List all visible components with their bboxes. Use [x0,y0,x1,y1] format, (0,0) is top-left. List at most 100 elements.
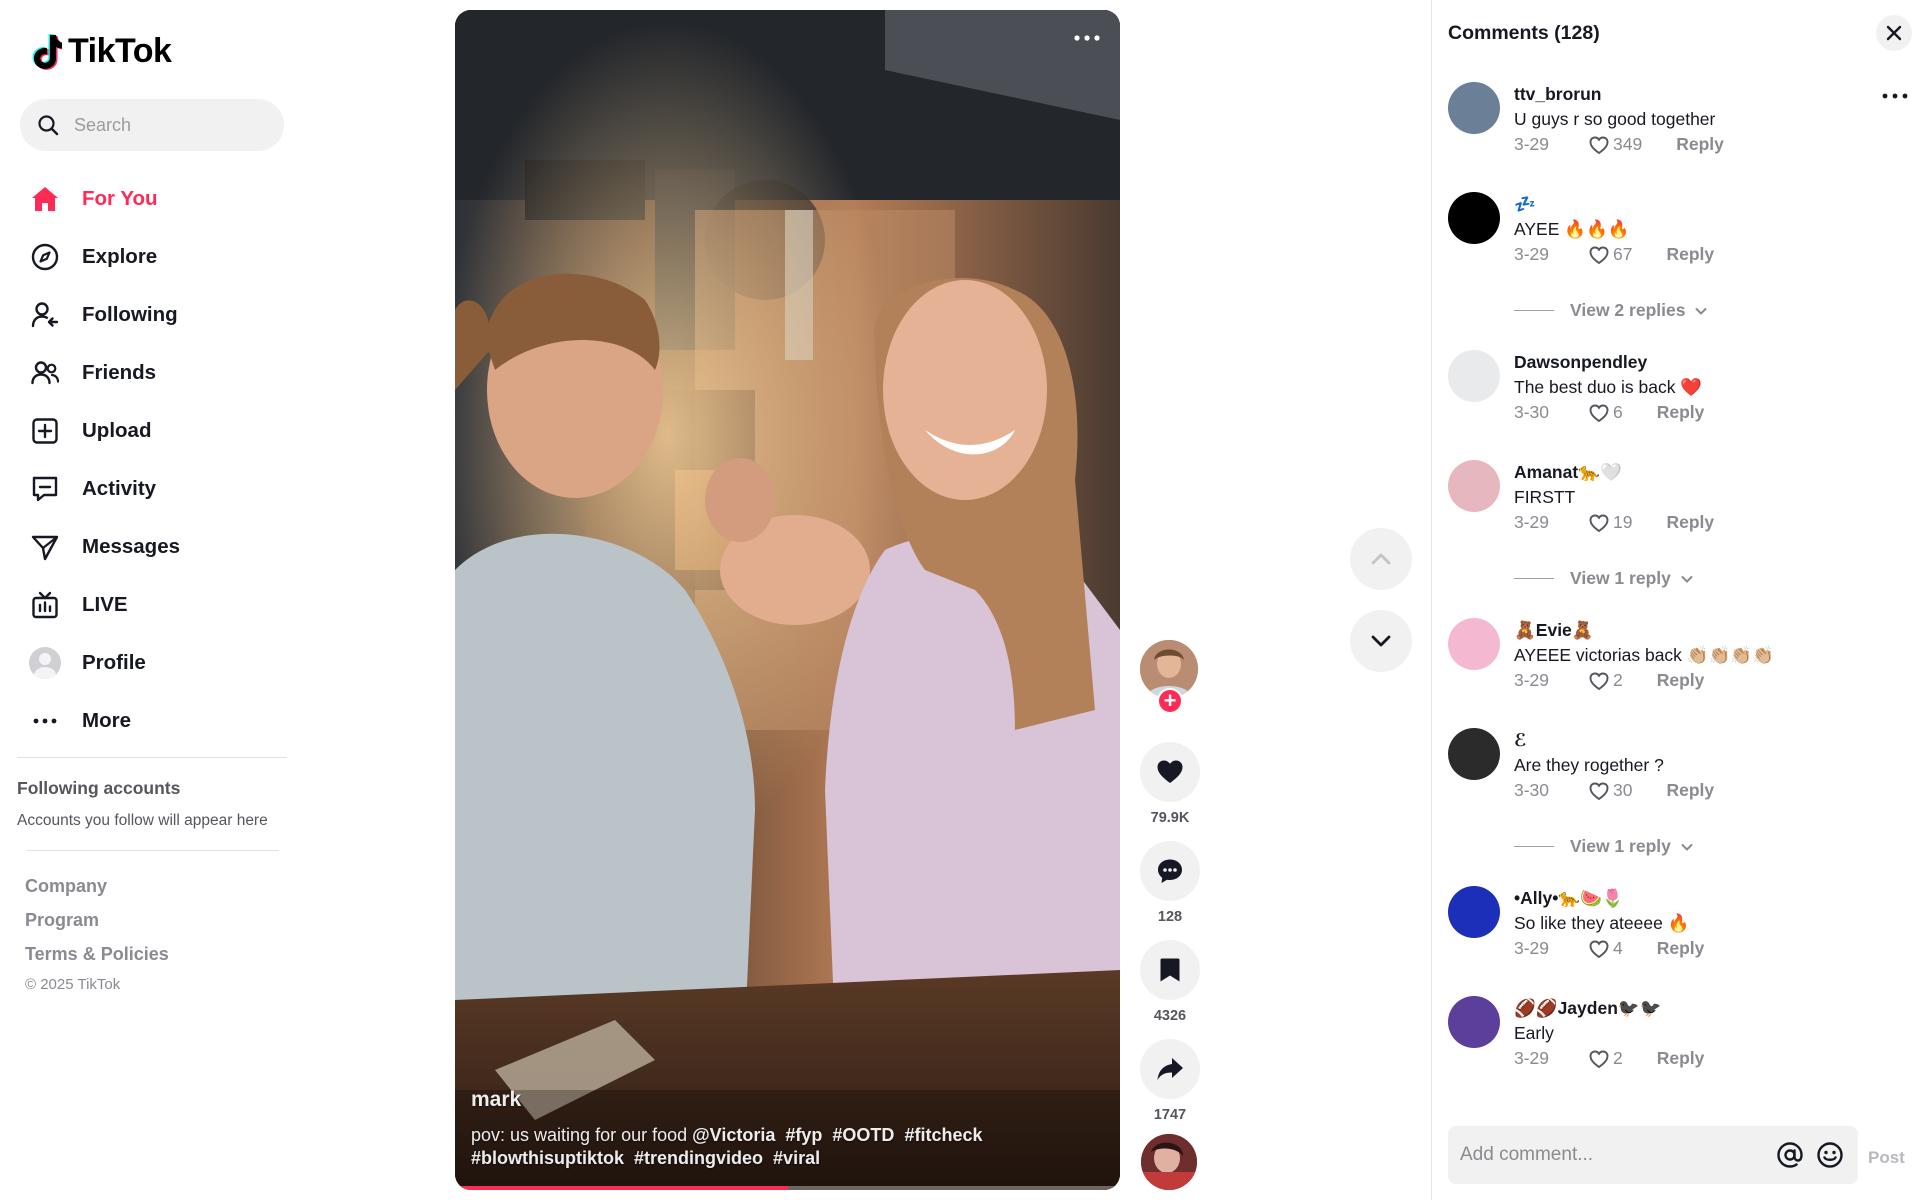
hashtag-link[interactable]: #viral [773,1148,820,1168]
comment-username[interactable]: •Ally•🐆🍉🌷 [1514,886,1884,911]
nav-activity[interactable]: Activity [28,460,288,518]
mention-at-icon[interactable] [1774,1139,1806,1171]
video-progress-bar[interactable] [455,1186,1120,1190]
next-video-button[interactable] [1350,610,1412,672]
comment-username[interactable]: Amanat🐆🤍 [1514,460,1884,485]
following-icon [28,298,62,332]
comment-reply-button[interactable]: Reply [1657,402,1705,423]
commenter-avatar[interactable] [1448,996,1500,1048]
comment-reply-button[interactable]: Reply [1666,780,1714,801]
comment-like-count: 6 [1613,402,1623,422]
comment-input[interactable] [1460,1144,1766,1166]
emoji-smile-icon[interactable] [1814,1139,1846,1171]
music-disc[interactable] [1141,1134,1197,1190]
hashtag-link[interactable]: #OOTD [832,1125,894,1145]
comment-like-button[interactable]: 30 [1588,780,1632,802]
save-action: 4326 [1140,940,1200,1024]
hashtag-link[interactable]: #blowthisuptiktok [471,1148,624,1168]
comment-body: Amanat🐆🤍 FIRSTT 3-29 19 Reply [1514,460,1884,535]
comment-bubble-icon [1158,859,1182,883]
footer-link-program[interactable]: Program [25,910,99,931]
video-more-icon[interactable] [1072,28,1102,48]
close-comments-button[interactable] [1876,15,1912,51]
commenter-avatar[interactable] [1448,618,1500,670]
nav-upload[interactable]: Upload [28,402,288,460]
comment-like-button[interactable]: 6 [1588,402,1623,424]
comment-like-button[interactable]: 349 [1588,134,1642,156]
video-progress-fill [455,1186,788,1190]
footer-link-terms[interactable]: Terms & Policies [25,944,169,965]
commenter-avatar[interactable] [1448,350,1500,402]
view-replies-label: View 1 reply [1570,836,1671,856]
comment-more-icon[interactable] [1880,86,1910,106]
nav-more[interactable]: More [28,692,288,750]
comment-meta: 3-29 4 Reply [1514,936,1884,961]
heart-outline-icon [1589,940,1609,958]
comment-reply-button[interactable]: Reply [1657,1048,1705,1069]
comment-text: AYEEE victorias back 👏🏼👏🏼👏🏼👏🏼 [1514,645,1774,665]
hashtag-link[interactable]: #fitcheck [904,1125,982,1145]
comment-username[interactable]: 💤 [1514,192,1884,217]
sidebar-divider [17,757,287,758]
heart-outline-icon [1589,782,1609,800]
commenter-avatar[interactable] [1448,460,1500,512]
comment-like-button[interactable]: 67 [1588,244,1632,266]
hashtag-link[interactable]: #trendingvideo [634,1148,763,1168]
close-icon [1886,25,1902,41]
comment-reply-button[interactable]: Reply [1657,670,1705,691]
comment-reply-button[interactable]: Reply [1676,134,1724,155]
comment-reply-button[interactable]: Reply [1666,512,1714,533]
comment-input-box[interactable] [1448,1126,1858,1184]
comment-body: 🧸Evie🧸 AYEEE victorias back 👏🏼👏🏼👏🏼👏🏼 3-29 2… [1514,618,1884,693]
replies-line [1514,846,1554,847]
search-bar[interactable] [20,99,284,151]
hashtag-link[interactable]: #fyp [785,1125,822,1145]
comment-username[interactable]: 🏈🏈Jayden🐦‍⬛🐦‍⬛ [1514,996,1884,1021]
chevron-down-icon [1695,307,1707,314]
follow-plus-button[interactable]: + [1157,688,1183,714]
comment-like-button[interactable]: 2 [1588,1048,1623,1070]
comment-like-button[interactable]: 4 [1588,938,1623,960]
tiktok-logo[interactable]: TikTok [30,32,172,71]
commenter-avatar[interactable] [1448,82,1500,134]
save-button[interactable] [1140,940,1200,1000]
video-author[interactable]: mark [471,1088,1071,1112]
post-comment-button[interactable]: Post [1868,1148,1905,1168]
commenter-avatar[interactable] [1448,886,1500,938]
nav-explore[interactable]: Explore [28,228,288,286]
nav-label: Upload [82,419,152,442]
more-dots-icon [28,704,62,738]
comment-like-button[interactable]: 2 [1588,670,1623,692]
comment-reply-button[interactable]: Reply [1666,244,1714,265]
view-replies-button[interactable]: View 1 reply [1514,568,1695,589]
commenter-avatar[interactable] [1448,728,1500,780]
comment-username[interactable]: 🧸Evie🧸 [1514,618,1884,643]
comment-reply-button[interactable]: Reply [1657,938,1705,959]
nav-profile[interactable]: Profile [28,634,288,692]
nav-live[interactable]: LIVE [28,576,288,634]
video-player[interactable]: mark pov: us waiting for our food @Victo… [455,10,1120,1190]
previous-video-button[interactable] [1350,528,1412,590]
comment-meta: 3-29 349 Reply [1514,132,1884,157]
footer-link-company[interactable]: Company [25,876,107,897]
comment-username[interactable]: Dawsonpendley [1514,350,1884,375]
comment-like-button[interactable]: 19 [1588,512,1632,534]
comment-text: U guys r so good together [1514,109,1716,129]
nav-friends[interactable]: Friends [28,344,288,402]
comment-username[interactable]: ttv_brorun [1514,82,1884,107]
replies-line [1514,310,1554,311]
comment-date: 3-30 [1514,402,1550,422]
commenter-avatar[interactable] [1448,192,1500,244]
mention-link[interactable]: @Victoria [692,1125,775,1145]
nav-messages[interactable]: Messages [28,518,288,576]
nav-for-you[interactable]: For You [28,170,288,228]
comment-username[interactable]: ℰ [1514,728,1884,753]
view-replies-button[interactable]: View 1 reply [1514,836,1695,857]
video-description: pov: us waiting for our food @Victoria #… [471,1124,1071,1170]
view-replies-button[interactable]: View 2 replies [1514,300,1709,321]
nav-following[interactable]: Following [28,286,288,344]
search-input[interactable] [74,114,264,136]
comment-button[interactable] [1140,841,1200,901]
like-button[interactable] [1140,742,1200,802]
share-button[interactable] [1140,1039,1200,1099]
